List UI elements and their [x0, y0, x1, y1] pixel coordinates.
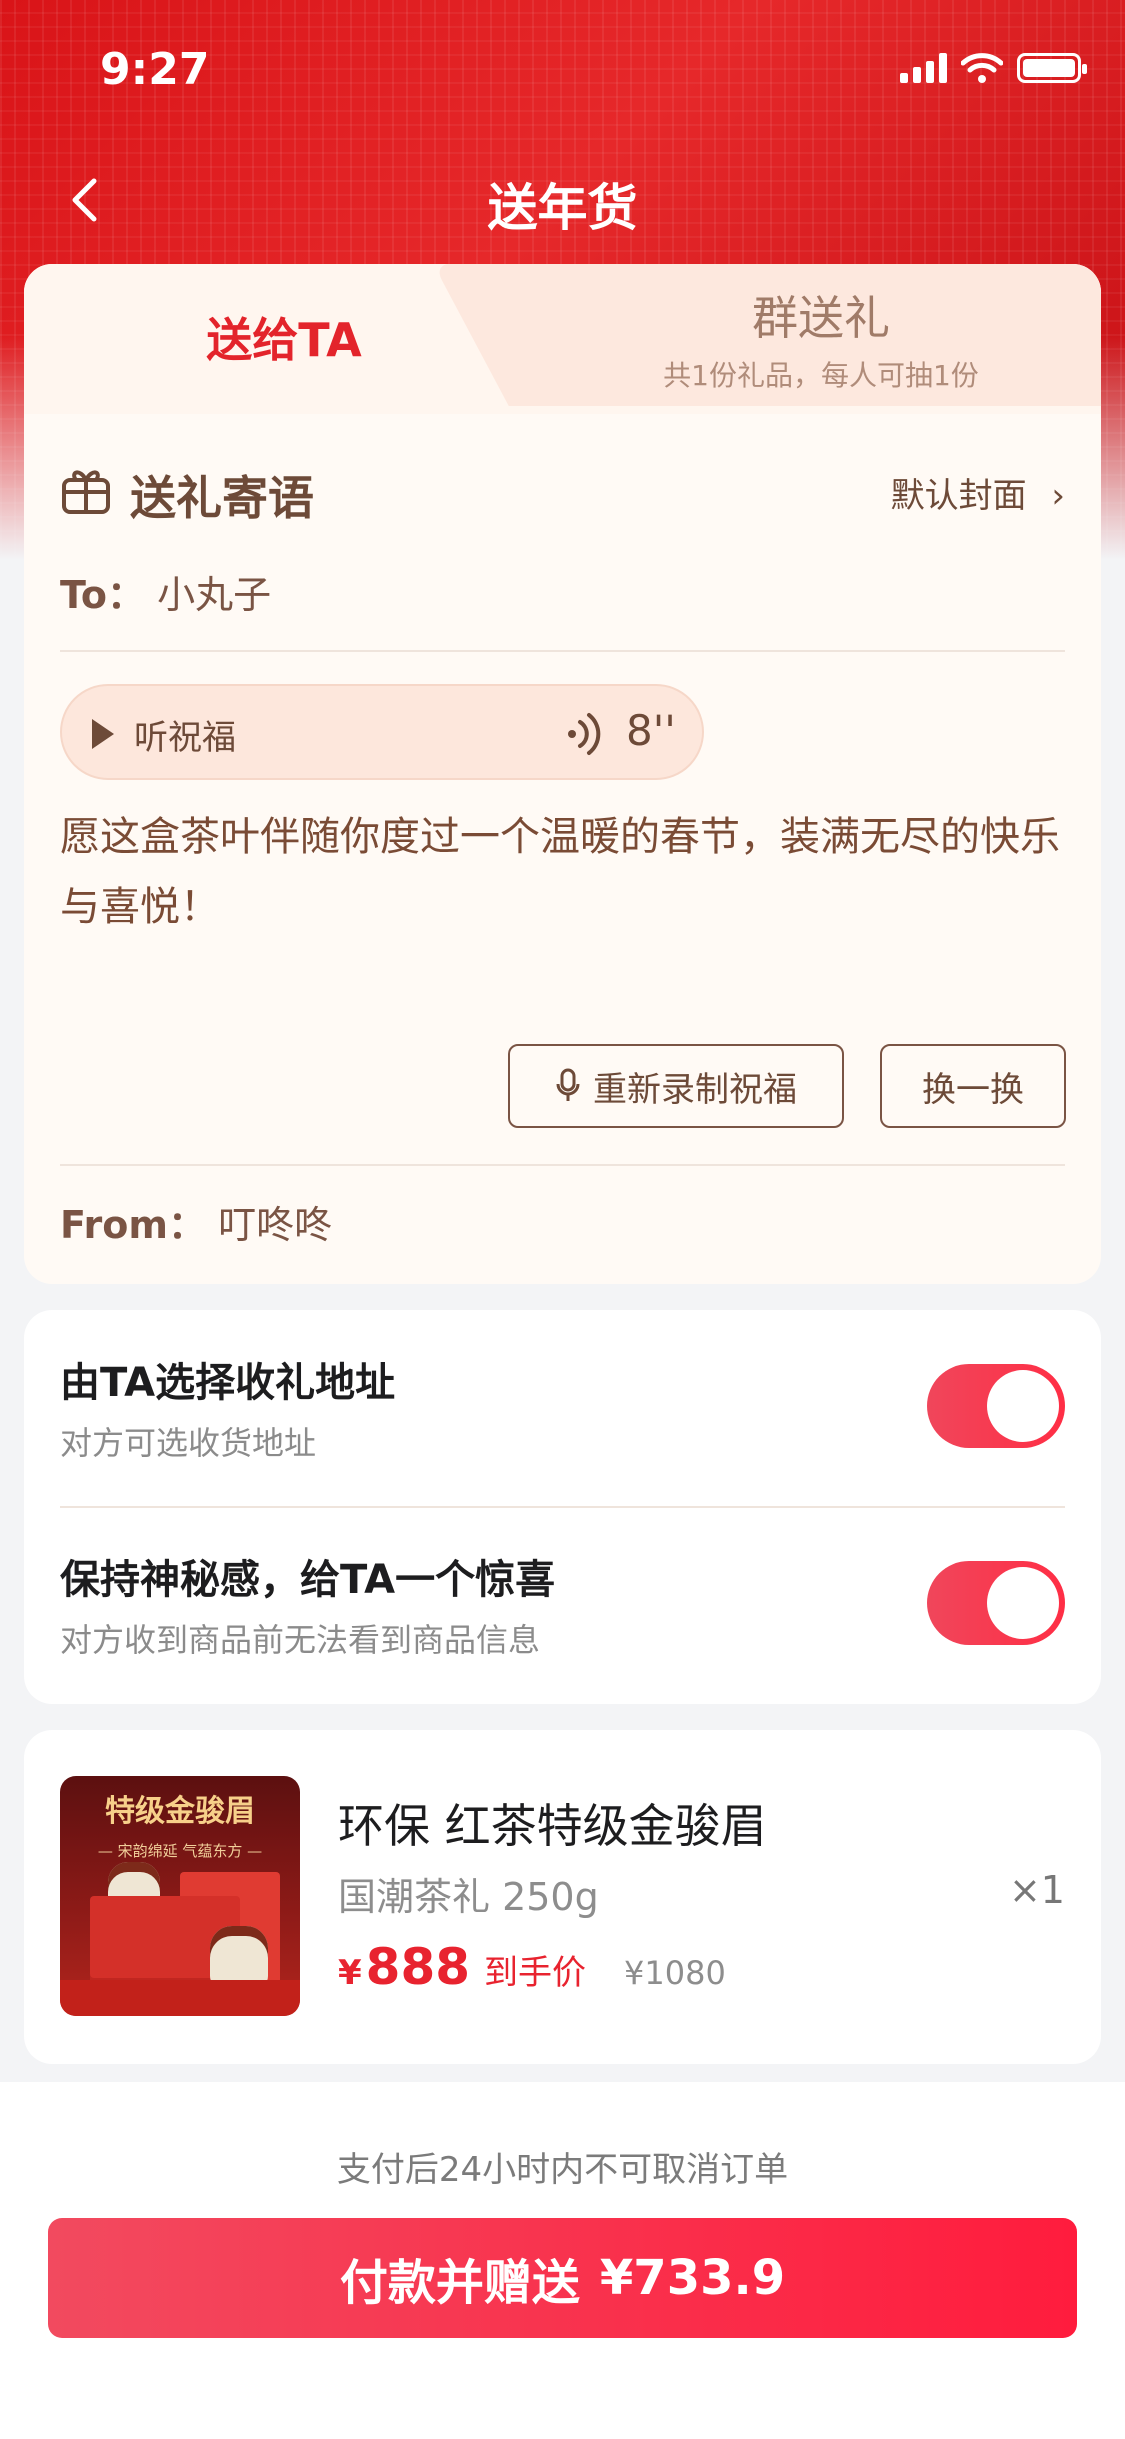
original-price: ¥1080 [624, 1954, 726, 1992]
gift-options-card: 由TA选择收礼地址 对方可选收货地址 保持神秘感，给TA一个惊喜 对方收到商品前… [24, 1310, 1101, 1704]
tab-group-gift-label: 群送礼 [752, 291, 890, 345]
product-name: 环保 红茶特级金骏眉 [338, 1799, 767, 1853]
price-currency: ¥ [338, 1953, 362, 1993]
from-name: 叮咚咚 [218, 1203, 333, 1247]
tab-group-gift-subtitle: 共1份礼品，每人可抽1份 [663, 359, 979, 392]
to-name: 小丸子 [157, 573, 272, 617]
rerecord-button[interactable]: 重新录制祝福 [508, 1044, 844, 1128]
cancel-notice: 支付后24小时内不可取消订单 [336, 2150, 789, 2190]
option-title: 由TA选择收礼地址 [60, 1360, 396, 1406]
status-bar: 9:27 [0, 0, 1125, 140]
voice-blessing-player[interactable]: 听祝福 8'' [60, 684, 704, 780]
voice-duration: 8'' [626, 706, 676, 755]
to-label: To： [60, 573, 145, 617]
pay-and-gift-button[interactable]: 付款并赠送 ¥733.9 [48, 2218, 1077, 2338]
battery-icon [1017, 53, 1087, 83]
blessing-text[interactable]: 愿这盒茶叶伴随你度过一个温暖的春节，装满无尽的快乐与喜悦！ [60, 802, 1070, 942]
page-title: 送年货 [487, 179, 638, 237]
product-image: 特级金骏眉 — 宋韵绵延 气蕴东方 — [60, 1776, 300, 2016]
microphone-icon [556, 1068, 580, 1101]
message-header: 送礼寄语 默认封面 › [60, 454, 1065, 534]
option-recipient-address: 由TA选择收礼地址 对方可选收货地址 [60, 1310, 1065, 1470]
option-title: 保持神秘感，给TA一个惊喜 [60, 1557, 556, 1603]
recipient-line[interactable]: To： 小丸子 [60, 564, 271, 619]
divider [60, 1164, 1065, 1166]
price-value: 888 [365, 1938, 471, 1996]
status-icons [900, 52, 1087, 84]
gift-icon [62, 470, 110, 514]
nav-bar: 送年货 [0, 150, 1125, 250]
product-image-title: 特级金骏眉 [105, 1794, 255, 1829]
option-subtitle: 对方收到商品前无法看到商品信息 [60, 1621, 541, 1659]
pay-label: 付款并赠送 [339, 2255, 580, 2311]
product-card[interactable]: 特级金骏眉 — 宋韵绵延 气蕴东方 — 环保 红茶特级金骏眉 国潮茶礼 250g… [24, 1730, 1101, 2064]
status-time: 9:27 [100, 44, 210, 95]
change-message-button[interactable]: 换一换 [880, 1044, 1066, 1128]
checkout-footer: 支付后24小时内不可取消订单 付款并赠送 ¥733.9 [0, 2082, 1125, 2439]
pay-amount: ¥733.9 [599, 2250, 786, 2306]
product-price: ¥ 888 到手价 ¥1080 [338, 1938, 726, 1996]
tab-send-to-ta[interactable]: 送给TA [24, 304, 544, 370]
chevron-right-icon: › [1051, 476, 1065, 516]
product-quantity: ×1 [1008, 1868, 1065, 1912]
price-tag: 到手价 [484, 1953, 587, 1993]
product-spec: 国潮茶礼 250g [338, 1875, 599, 1919]
sound-wave-icon [568, 713, 601, 755]
rerecord-label: 重新录制祝福 [593, 1069, 797, 1110]
signal-icon [900, 53, 947, 83]
sender-line[interactable]: From： 叮咚咚 [60, 1194, 332, 1249]
option-surprise-mode: 保持神秘感，给TA一个惊喜 对方收到商品前无法看到商品信息 [60, 1507, 1065, 1667]
default-cover-label: 默认封面 [890, 476, 1027, 516]
address-toggle[interactable] [927, 1364, 1065, 1448]
wifi-icon [961, 53, 1003, 83]
from-label: From： [60, 1203, 206, 1247]
gift-message-card: 送给TA 群送礼 共1份礼品，每人可抽1份 送礼寄语 默认封面 › To： 小丸… [24, 264, 1101, 1284]
default-cover-link[interactable]: 默认封面 › [891, 468, 1065, 517]
product-image-subtitle: — 宋韵绵延 气蕴东方 — [97, 1842, 263, 1860]
divider [60, 650, 1065, 652]
option-subtitle: 对方可选收货地址 [60, 1424, 317, 1462]
surprise-toggle[interactable] [927, 1561, 1065, 1645]
play-icon [92, 719, 114, 749]
voice-label: 听祝福 [134, 718, 236, 758]
message-title: 送礼寄语 [130, 471, 314, 525]
